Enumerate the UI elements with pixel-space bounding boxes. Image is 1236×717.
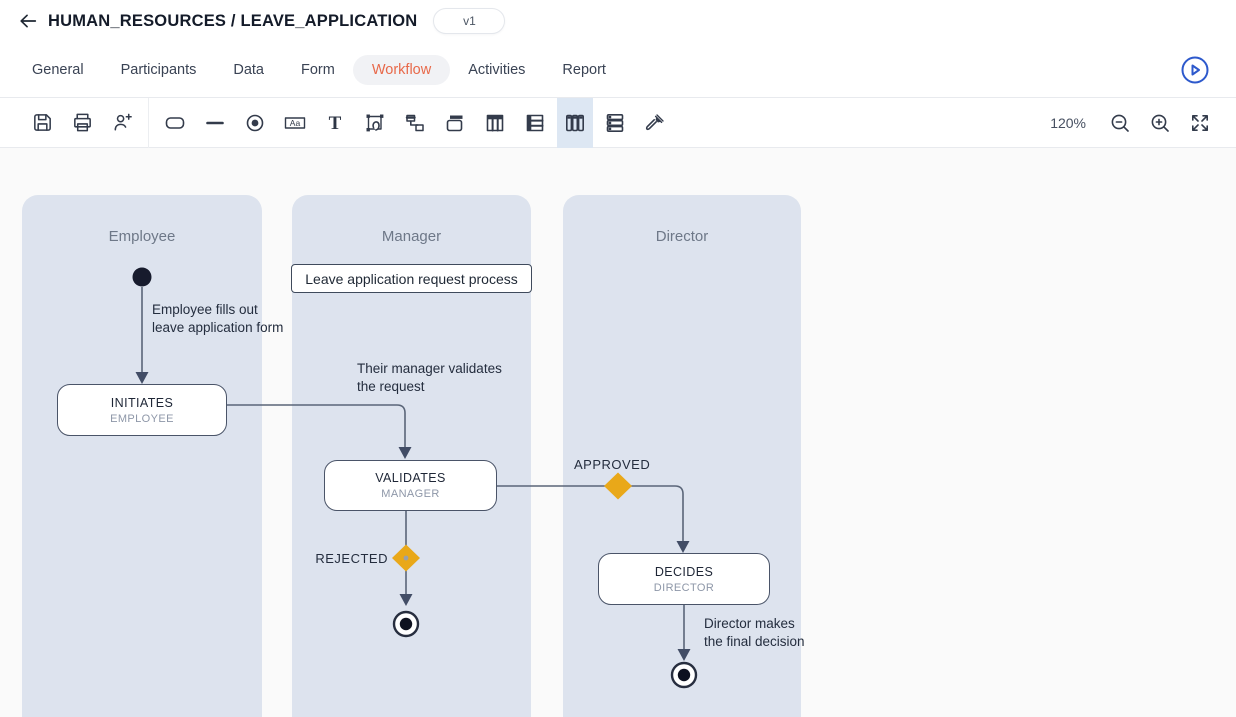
svg-text:T: T: [329, 113, 342, 134]
run-workflow-button[interactable]: [1181, 56, 1209, 84]
tab-general[interactable]: General: [32, 54, 84, 86]
table-columns-icon: [483, 111, 507, 135]
tab-data[interactable]: Data: [233, 54, 264, 86]
text-t-icon: T: [323, 111, 347, 135]
annotation-line: Their manager validates: [357, 360, 502, 378]
task-name: INITIATES: [111, 396, 173, 410]
tab-report[interactable]: Report: [562, 54, 606, 86]
rounded-rect-tool[interactable]: [157, 98, 193, 148]
pool-icon: [443, 111, 467, 135]
tab-activities[interactable]: Activities: [468, 54, 525, 86]
toolbar-zoom-group: 120%: [1050, 98, 1236, 148]
gateway-rejected-label: REJECTED: [298, 551, 388, 566]
line-tool[interactable]: [197, 98, 233, 148]
zoom-level: 120%: [1050, 115, 1086, 131]
annotation-line: Director makes: [704, 615, 805, 633]
start-node[interactable]: [133, 268, 152, 287]
end-node-director-dot: [678, 669, 690, 681]
gateway-approved-label: APPROVED: [574, 457, 650, 472]
hierarchy-tool[interactable]: [397, 98, 433, 148]
print-icon: [71, 111, 94, 134]
back-button[interactable]: [14, 7, 42, 35]
print-button[interactable]: [64, 98, 100, 148]
annotation-employee-fills: Employee fills out leave application for…: [152, 301, 283, 337]
stacked-rows-tool[interactable]: [597, 98, 633, 148]
version-badge[interactable]: v1: [433, 8, 505, 34]
annotation-manager-validates: Their manager validates the request: [357, 360, 502, 396]
rows-left-bar-icon: [523, 111, 547, 135]
tab-form[interactable]: Form: [301, 54, 335, 86]
fullscreen-button[interactable]: [1182, 98, 1218, 148]
pool-tool[interactable]: [437, 98, 473, 148]
radio-circle-icon: [243, 111, 267, 135]
start-node-tool[interactable]: [237, 98, 273, 148]
gateway-approved-diamond[interactable]: [604, 473, 632, 500]
play-icon: [1181, 56, 1209, 84]
transform-icon: [363, 111, 387, 135]
tab-bar: General Participants Data Form Workflow …: [0, 42, 1236, 97]
table-columns-tool[interactable]: [477, 98, 513, 148]
vertical-lanes-icon: [563, 111, 587, 135]
person-add-icon: [111, 111, 134, 134]
eyedropper-icon: [643, 111, 667, 135]
label-tool[interactable]: Aa: [277, 98, 313, 148]
task-name: VALIDATES: [375, 471, 446, 485]
stacked-rows-icon: [603, 111, 627, 135]
zoom-out-icon: [1108, 111, 1132, 135]
page-title: HUMAN_RESOURCES / LEAVE_APPLICATION: [48, 12, 417, 31]
hierarchy-icon: [403, 111, 427, 135]
tab-workflow[interactable]: Workflow: [353, 55, 450, 85]
tab-participants[interactable]: Participants: [121, 54, 197, 86]
label-aa-icon: Aa: [282, 111, 308, 135]
zoom-in-button[interactable]: [1142, 98, 1178, 148]
gateway-rejected-dot: [404, 556, 409, 561]
annotation-line: the final decision: [704, 633, 805, 651]
back-arrow-icon: [17, 10, 39, 32]
toolbar-divider: [148, 98, 149, 148]
task-role: DIRECTOR: [654, 582, 714, 594]
task-role: EMPLOYEE: [110, 413, 174, 425]
arrowhead: [136, 372, 149, 384]
rows-left-bar-tool[interactable]: [517, 98, 553, 148]
arrowhead: [400, 594, 413, 606]
annotation-line: leave application form: [152, 319, 283, 337]
rounded-rect-icon: [163, 111, 187, 135]
line-icon: [203, 111, 227, 135]
zoom-in-icon: [1148, 111, 1172, 135]
task-decides[interactable]: DECIDES DIRECTOR: [598, 553, 770, 605]
text-tool[interactable]: T: [317, 98, 353, 148]
process-title-box[interactable]: Leave application request process: [291, 264, 532, 293]
connector-initiates-to-validates[interactable]: [227, 405, 405, 447]
workflow-canvas[interactable]: Employee Manager Director Leave applicat…: [0, 148, 1236, 717]
transform-tool[interactable]: [357, 98, 393, 148]
annotation-director-decision: Director makes the final decision: [704, 615, 805, 651]
annotation-line: the request: [357, 378, 502, 396]
task-initiates[interactable]: INITIATES EMPLOYEE: [57, 384, 227, 436]
add-participant-button[interactable]: [104, 98, 140, 148]
svg-text:Aa: Aa: [290, 117, 301, 127]
fullscreen-icon: [1188, 111, 1212, 135]
task-name: DECIDES: [655, 565, 713, 579]
task-role: MANAGER: [381, 488, 439, 500]
app-header: HUMAN_RESOURCES / LEAVE_APPLICATION v1: [0, 0, 1236, 42]
connector-validates-to-decides[interactable]: [497, 486, 683, 541]
save-icon: [31, 111, 54, 134]
arrowhead: [678, 649, 691, 661]
save-button[interactable]: [24, 98, 60, 148]
zoom-out-button[interactable]: [1102, 98, 1138, 148]
annotation-line: Employee fills out: [152, 301, 283, 319]
workflow-toolbar: Aa T: [0, 97, 1236, 148]
task-validates[interactable]: VALIDATES MANAGER: [324, 460, 497, 511]
vertical-lanes-tool[interactable]: [557, 98, 593, 148]
end-node-manager-dot: [400, 618, 412, 630]
eyedropper-tool[interactable]: [637, 98, 673, 148]
arrowhead: [399, 447, 412, 459]
arrowhead: [677, 541, 690, 553]
